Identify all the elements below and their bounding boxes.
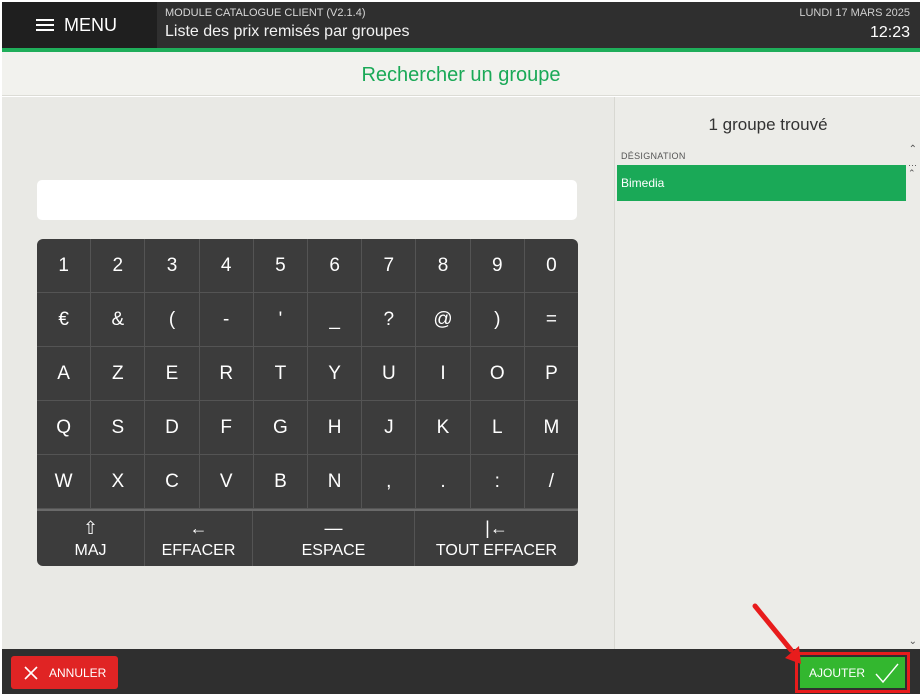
- key[interactable]: (: [145, 293, 200, 347]
- key[interactable]: S: [91, 401, 146, 455]
- scroll-top-icon[interactable]: ⋯ ⌃: [908, 161, 917, 178]
- key[interactable]: &: [91, 293, 146, 347]
- key[interactable]: Q: [37, 401, 92, 455]
- key[interactable]: K: [416, 401, 471, 455]
- results-panel: 1 groupe trouvé DÉSIGNATION Bimedia ⌃ ⋯ ⌃…: [614, 97, 920, 649]
- shift-label: MAJ: [74, 541, 107, 559]
- annotation-arrow: [752, 603, 801, 664]
- key[interactable]: W: [37, 455, 92, 509]
- key[interactable]: U: [362, 347, 417, 401]
- app-header: MENU MODULE CATALOGUE CLIENT (V2.1.4) Li…: [2, 2, 920, 48]
- result-count: 1 groupe trouvé: [708, 115, 828, 134]
- header-time: 12:23: [869, 24, 910, 41]
- space-icon: —: [324, 517, 343, 538]
- key[interactable]: J: [362, 401, 417, 455]
- key[interactable]: V: [199, 455, 254, 509]
- key[interactable]: P: [524, 347, 578, 401]
- key[interactable]: ?: [362, 293, 417, 347]
- key[interactable]: ': [253, 293, 309, 347]
- module-title: MODULE CATALOGUE CLIENT (V2.1.4): [165, 7, 366, 19]
- keyboard-row: Q S D F G H J K L M: [37, 401, 578, 455]
- backspace-icon: ←: [189, 517, 208, 538]
- key[interactable]: /: [524, 455, 578, 509]
- key[interactable]: C: [145, 455, 200, 509]
- backspace-label: EFFACER: [161, 541, 236, 559]
- key[interactable]: G: [253, 401, 309, 455]
- key[interactable]: M: [524, 401, 578, 455]
- key[interactable]: E: [145, 347, 200, 401]
- key[interactable]: D: [145, 401, 200, 455]
- key[interactable]: @: [416, 293, 471, 347]
- column-header-designation[interactable]: DÉSIGNATION: [621, 151, 686, 161]
- clear-all-icon: |←: [485, 517, 508, 538]
- space-key[interactable]: — ESPACE: [253, 511, 415, 566]
- key[interactable]: =: [524, 293, 578, 347]
- key[interactable]: 2: [91, 239, 146, 293]
- backspace-key[interactable]: ← EFFACER: [145, 511, 253, 566]
- key[interactable]: Y: [308, 347, 363, 401]
- clear-all-label: TOUT EFFACER: [435, 541, 558, 559]
- cancel-button[interactable]: ANNULER: [11, 656, 118, 689]
- key[interactable]: N: [308, 455, 363, 509]
- add-button[interactable]: AJOUTER: [800, 657, 905, 688]
- key[interactable]: T: [253, 347, 309, 401]
- clear-all-key[interactable]: |← TOUT EFFACER: [415, 511, 578, 566]
- result-row[interactable]: Bimedia: [617, 165, 906, 201]
- virtual-keyboard: 1 2 3 4 5 6 7 8 9 0 € & ( - ' _ ? @ ) = …: [37, 239, 578, 566]
- cancel-label: ANNULER: [49, 665, 107, 680]
- key[interactable]: €: [37, 293, 92, 347]
- key[interactable]: _: [308, 293, 363, 347]
- shift-key[interactable]: ⇧ MAJ: [37, 511, 145, 566]
- check-icon: [875, 663, 899, 683]
- key[interactable]: -: [199, 293, 254, 347]
- key[interactable]: ,: [362, 455, 417, 509]
- title-band: Rechercher un groupe: [2, 52, 920, 96]
- key[interactable]: 1: [37, 239, 92, 293]
- keyboard-row: W X C V B N , . : /: [37, 455, 578, 509]
- shift-icon: ⇧: [82, 517, 99, 538]
- key[interactable]: Z: [91, 347, 146, 401]
- key[interactable]: R: [199, 347, 254, 401]
- menu-label: MENU: [64, 14, 117, 35]
- chevron-down-icon[interactable]: ⌄: [909, 636, 917, 647]
- key[interactable]: 0: [524, 239, 578, 293]
- key[interactable]: ): [470, 293, 525, 347]
- menu-button[interactable]: MENU: [2, 2, 157, 48]
- key[interactable]: B: [253, 455, 309, 509]
- key[interactable]: X: [91, 455, 146, 509]
- key[interactable]: 7: [362, 239, 417, 293]
- key[interactable]: .: [416, 455, 471, 509]
- key[interactable]: :: [470, 455, 525, 509]
- page-title: Rechercher un groupe: [361, 64, 561, 86]
- keyboard-function-row: ⇧ MAJ ← EFFACER — ESPACE |← TOUT EFFACER: [37, 509, 578, 566]
- key[interactable]: 9: [470, 239, 525, 293]
- key[interactable]: L: [470, 401, 525, 455]
- chevron-up-icon[interactable]: ⌃: [909, 144, 917, 155]
- key[interactable]: 8: [416, 239, 471, 293]
- add-label: AJOUTER: [809, 665, 866, 680]
- keyboard-row: 1 2 3 4 5 6 7 8 9 0: [37, 239, 578, 293]
- key[interactable]: A: [37, 347, 92, 401]
- key[interactable]: 5: [253, 239, 309, 293]
- keyboard-row: € & ( - ' _ ? @ ) =: [37, 293, 578, 347]
- keyboard-row: A Z E R T Y U I O P: [37, 347, 578, 401]
- key[interactable]: H: [308, 401, 363, 455]
- key[interactable]: O: [470, 347, 525, 401]
- close-icon: [24, 665, 38, 680]
- menu-icon: [36, 18, 54, 32]
- header-date: LUNDI 17 MARS 2025: [799, 7, 910, 19]
- key[interactable]: 6: [308, 239, 363, 293]
- key[interactable]: I: [416, 347, 471, 401]
- space-label: ESPACE: [301, 541, 366, 559]
- key[interactable]: 4: [199, 239, 254, 293]
- key[interactable]: 3: [145, 239, 200, 293]
- search-panel: 1 2 3 4 5 6 7 8 9 0 € & ( - ' _ ? @ ) = …: [2, 97, 614, 649]
- search-input[interactable]: [37, 180, 577, 220]
- key[interactable]: F: [199, 401, 254, 455]
- page-subtitle: Liste des prix remisés par groupes: [165, 23, 410, 40]
